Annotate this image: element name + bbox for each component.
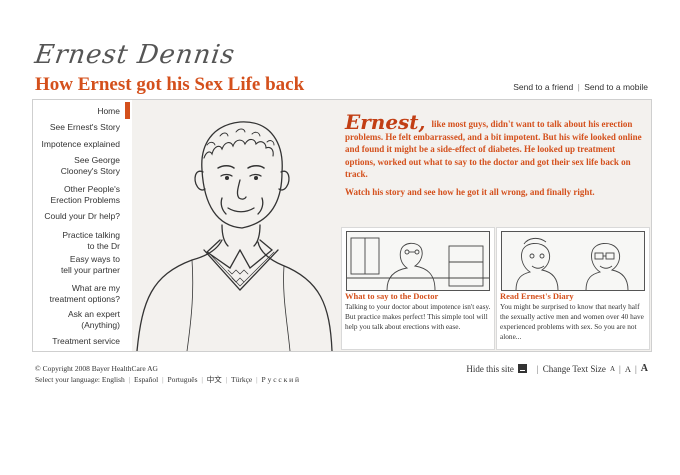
card-ernests-diary[interactable]: Read Ernest's Diary You might be surpris… xyxy=(496,227,650,350)
doctor-sketch-thumbnail[interactable] xyxy=(346,231,490,291)
hide-site-icon[interactable] xyxy=(517,364,527,373)
language-espanol[interactable]: Español xyxy=(134,375,158,384)
content-frame: Home See Ernest's Story Impotence explai… xyxy=(32,99,652,352)
sidebar-item-treatment-options[interactable]: What are my treatment options? xyxy=(50,283,120,305)
divider: | xyxy=(619,363,621,374)
sidebar-item-impotence-explained[interactable]: Impotence explained xyxy=(42,139,120,150)
intro-cta: Watch his story and see how he got it al… xyxy=(345,186,595,197)
divider: | xyxy=(536,363,539,374)
sidebar-item-tell-partner[interactable]: Easy ways to tell your partner xyxy=(61,254,120,276)
language-turkce[interactable]: Türkçe xyxy=(231,375,252,384)
card-title-ernests-diary[interactable]: Read Ernest's Diary xyxy=(500,291,574,301)
copyright-text: © Copyright 2008 Bayer HealthCare AG xyxy=(35,364,158,373)
sidebar-item-home[interactable]: Home xyxy=(97,106,120,117)
sidebar-item-other-peoples-problems[interactable]: Other People's Erection Problems xyxy=(51,184,120,206)
hide-site-link[interactable]: Hide this site xyxy=(466,364,514,374)
text-size-small-button[interactable]: A xyxy=(610,365,615,373)
footer-right: Hide this site | Change Text Size A | A … xyxy=(466,363,648,374)
sidebar-nav: Home See Ernest's Story Impotence explai… xyxy=(33,100,124,351)
divider: | xyxy=(256,375,258,384)
text-size-medium-button[interactable]: A xyxy=(625,364,631,374)
language-chinese[interactable]: 中文 xyxy=(207,375,222,384)
language-russian[interactable]: Р у с с к и й xyxy=(262,375,300,384)
share-links: Send to a friend | Send to a mobile xyxy=(513,82,648,92)
divider: | xyxy=(577,82,580,92)
card-text-ernests-diary: You might be surprised to know that near… xyxy=(500,302,644,341)
sidebar-item-ernests-story[interactable]: See Ernest's Story xyxy=(50,122,120,133)
sidebar-item-ask-expert[interactable]: Ask an expert (Anything) xyxy=(68,309,120,331)
ernest-sketch-illustration xyxy=(136,121,333,351)
page-title: How Ernest got his Sex Life back xyxy=(35,74,305,95)
send-to-mobile-link[interactable]: Send to a mobile xyxy=(584,82,648,92)
text-size-large-button[interactable]: A xyxy=(641,363,648,374)
sidebar-item-treatment-service[interactable]: Treatment service xyxy=(52,336,120,347)
sidebar-item-practice-talking[interactable]: Practice talking to the Dr xyxy=(62,230,120,252)
active-nav-marker xyxy=(125,102,130,119)
language-selector: Select your language: English | Español … xyxy=(35,374,299,385)
card-title-what-to-say[interactable]: What to say to the Doctor xyxy=(345,291,438,301)
intro-text: Ernest, like most guys, didn't want to ta… xyxy=(345,112,645,203)
card-text-what-to-say: Talking to your doctor about impotence i… xyxy=(345,302,491,331)
card-what-to-say[interactable]: What to say to the Doctor Talking to you… xyxy=(341,227,495,350)
language-label: Select your language: xyxy=(35,375,100,384)
divider: | xyxy=(201,375,203,384)
send-to-friend-link[interactable]: Send to a friend xyxy=(513,82,573,92)
couple-sketch-thumbnail[interactable] xyxy=(501,231,645,291)
language-portugues[interactable]: Português xyxy=(167,375,197,384)
divider: | xyxy=(162,375,164,384)
sidebar-item-george-clooney[interactable]: See George Clooney's Story xyxy=(61,155,120,177)
text-size-label: Change Text Size xyxy=(542,363,606,374)
ernest-name-heading: Ernest, xyxy=(345,110,426,134)
main-panel: Ernest, like most guys, didn't want to ta… xyxy=(132,100,651,351)
language-english[interactable]: English xyxy=(102,375,125,384)
logo-ernest-dennis: Ernest Dennis xyxy=(32,40,238,70)
divider: | xyxy=(225,375,228,384)
divider: | xyxy=(128,375,131,384)
footer-left: © Copyright 2008 Bayer HealthCare AG Sel… xyxy=(35,363,299,385)
sidebar-item-could-dr-help[interactable]: Could your Dr help? xyxy=(44,211,120,222)
divider: | xyxy=(634,363,637,374)
